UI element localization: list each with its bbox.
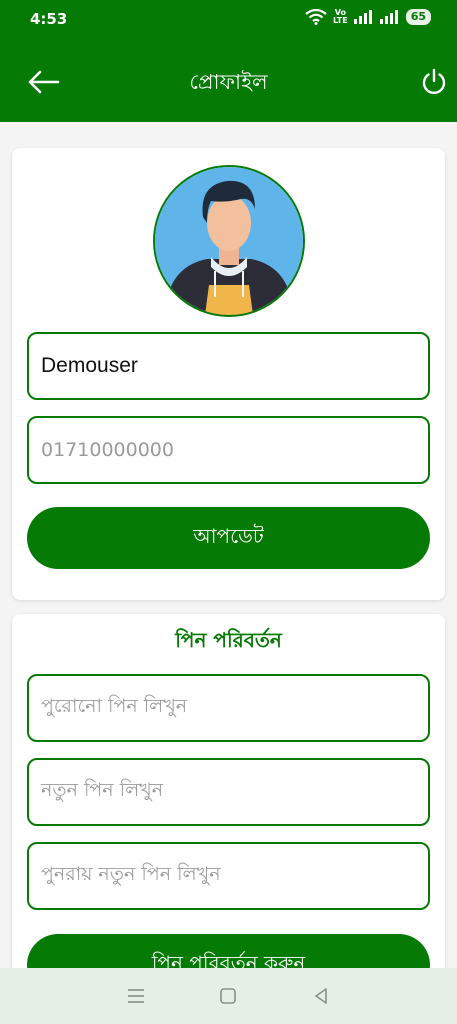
name-field[interactable]: Demouser bbox=[27, 332, 430, 400]
confirm-pin-field[interactable]: পুনরায় নতুন পিন লিখুন bbox=[27, 842, 430, 910]
profile-card: Demouser 01710000000 আপডেট bbox=[12, 148, 445, 600]
update-button[interactable]: আপডেট bbox=[27, 507, 430, 569]
confirm-pin-placeholder: পুনরায় নতুন পিন লিখুন bbox=[41, 863, 221, 885]
new-pin-field[interactable]: নতুন পিন লিখুন bbox=[27, 758, 430, 826]
phone-placeholder: 01710000000 bbox=[41, 439, 174, 461]
phone-field[interactable]: 01710000000 bbox=[27, 416, 430, 484]
old-pin-field[interactable]: পুরোনো পিন লিখুন bbox=[27, 674, 430, 742]
name-value: Demouser bbox=[41, 354, 138, 377]
home-button[interactable] bbox=[213, 981, 243, 1011]
power-button[interactable] bbox=[418, 66, 450, 98]
status-icons: Vo LTE 65 bbox=[305, 9, 431, 25]
recent-apps-button[interactable] bbox=[121, 981, 151, 1011]
nav-back-button[interactable] bbox=[306, 981, 336, 1011]
power-icon bbox=[422, 68, 446, 95]
user-avatar-icon bbox=[155, 167, 303, 315]
signal-icon bbox=[379, 10, 398, 24]
page-title: প্রোফাইল bbox=[189, 70, 268, 94]
new-pin-placeholder: নতুন পিন লিখুন bbox=[41, 779, 164, 801]
signal-icon bbox=[353, 10, 372, 24]
avatar bbox=[153, 165, 305, 317]
battery-icon: 65 bbox=[405, 9, 431, 25]
back-icon bbox=[315, 988, 327, 1004]
pin-change-card: পিন পরিবর্তন পুরোনো পিন লিখুন নতুন পিন ল… bbox=[12, 614, 445, 1024]
system-nav-bar bbox=[0, 968, 457, 1024]
app-bar: 4:53 Vo LTE 65 প্রোফাইল bbox=[0, 0, 457, 122]
status-time: 4:53 bbox=[30, 10, 68, 28]
wifi-icon bbox=[305, 9, 327, 25]
old-pin-placeholder: পুরোনো পিন লিখুন bbox=[41, 695, 188, 717]
volte-indicator: Vo LTE bbox=[332, 8, 348, 25]
home-icon bbox=[220, 988, 237, 1004]
menu-icon bbox=[128, 989, 145, 1003]
section-title: পিন পরিবর্তন bbox=[175, 628, 282, 652]
